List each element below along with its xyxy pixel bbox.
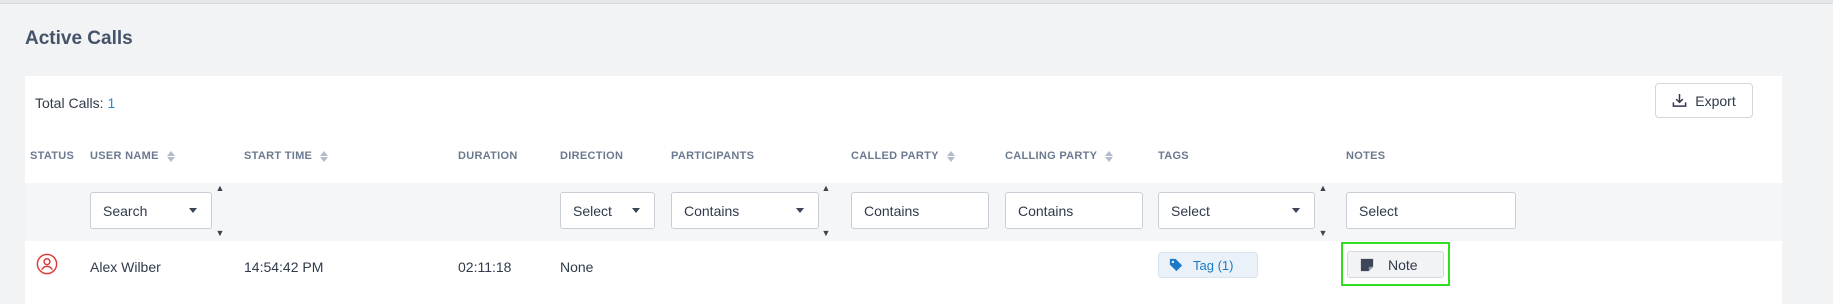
total-calls-count: 1 xyxy=(107,95,116,111)
page-title: Active Calls xyxy=(25,28,133,49)
chevron-down-icon[interactable]: ▼ xyxy=(822,229,831,238)
column-header-status: STATUS xyxy=(30,150,75,162)
column-header-duration: DURATION xyxy=(458,150,518,162)
column-header-participants: PARTICIPANTS xyxy=(671,150,755,162)
note-icon xyxy=(1360,258,1374,271)
sort-icon[interactable] xyxy=(946,150,955,162)
chevron-up-icon[interactable]: ▲ xyxy=(822,184,831,193)
user-name-filter-select[interactable]: Search xyxy=(90,192,212,229)
participants-filter-scroll[interactable]: ▲ ▼ xyxy=(820,184,832,238)
chevron-down-icon[interactable]: ▼ xyxy=(1319,229,1328,238)
row-start-time: 14:54:42 PM xyxy=(244,259,324,275)
tag-button-label: Tag (1) xyxy=(1193,257,1234,273)
direction-filter-select[interactable]: Select xyxy=(560,192,655,229)
column-header-calling-party[interactable]: CALLING PARTY xyxy=(1005,150,1114,162)
column-header-direction: DIRECTION xyxy=(560,150,624,162)
column-header-start-time[interactable]: START TIME xyxy=(244,150,329,162)
user-circle-icon xyxy=(36,253,58,275)
export-label: Export xyxy=(1695,92,1736,109)
notes-filter-select[interactable]: Select xyxy=(1346,192,1516,229)
row-user-name: Alex Wilber xyxy=(90,259,161,275)
note-button[interactable]: Note xyxy=(1347,251,1444,278)
column-header-user-name[interactable]: USER NAME xyxy=(90,150,175,162)
row-duration: 02:11:18 xyxy=(458,259,512,275)
row-direction: None xyxy=(560,259,594,275)
column-header-called-party[interactable]: CALLED PARTY xyxy=(851,150,955,162)
chevron-down-icon[interactable]: ▼ xyxy=(216,229,225,238)
calling-party-filter-input[interactable]: Contains xyxy=(1005,192,1143,229)
total-calls: Total Calls: 1 xyxy=(35,95,115,111)
chevron-down-icon xyxy=(796,208,804,213)
chevron-down-icon xyxy=(189,208,197,213)
note-button-label: Note xyxy=(1388,256,1418,273)
called-party-filter-input[interactable]: Contains xyxy=(851,192,989,229)
tag-button[interactable]: Tag (1) xyxy=(1158,252,1258,278)
column-header-notes: NOTES xyxy=(1346,150,1386,162)
download-icon xyxy=(1672,93,1687,107)
tags-filter-scroll[interactable]: ▲ ▼ xyxy=(1317,184,1329,238)
sort-icon[interactable] xyxy=(1105,150,1114,162)
tags-filter-select[interactable]: Select xyxy=(1158,192,1315,229)
chevron-up-icon[interactable]: ▲ xyxy=(216,184,225,193)
calls-table-panel: Total Calls: 1 Export STATUS USER NAME ST… xyxy=(25,76,1782,304)
user-name-filter-scroll[interactable]: ▲ ▼ xyxy=(214,184,226,238)
participants-filter-select[interactable]: Contains xyxy=(671,192,819,229)
total-calls-label: Total Calls: xyxy=(35,95,104,111)
tag-icon xyxy=(1169,258,1183,272)
sort-icon[interactable] xyxy=(320,150,329,162)
chevron-down-icon xyxy=(1292,208,1300,213)
chevron-down-icon xyxy=(632,208,640,213)
column-header-tags: TAGS xyxy=(1158,150,1189,162)
sort-icon[interactable] xyxy=(166,150,175,162)
chevron-up-icon[interactable]: ▲ xyxy=(1319,184,1328,193)
export-button[interactable]: Export xyxy=(1655,83,1753,118)
window-top-border xyxy=(0,0,1833,4)
